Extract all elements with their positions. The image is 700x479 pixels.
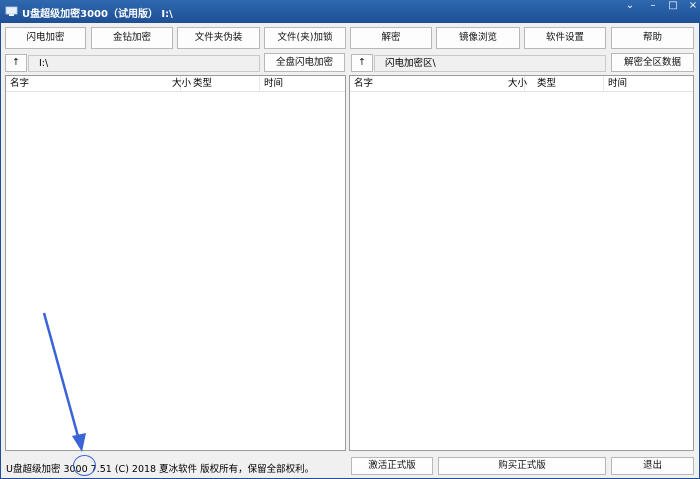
decrypt-all-data-button[interactable]: 解密全区数据 [611,53,694,72]
app-icon [5,6,18,16]
buy-button[interactable]: 购买正式版 [438,457,606,475]
column-name[interactable]: 名字 [350,76,525,92]
full-disk-flash-encrypt-button[interactable]: 全盘闪电加密 [264,53,345,72]
folder-disguise-button[interactable]: 文件夹伪装 [177,27,260,49]
window-title: U盘超级加密3000（试用版） I:\ [22,9,173,20]
settings-button[interactable]: 软件设置 [524,27,606,49]
left-list-header: 名字 大小 类型 时间 [6,76,345,92]
right-list-header: 名字 大小 类型 时间 [350,76,693,92]
left-up-button[interactable]: ↑ [5,54,27,72]
chevron-down-icon[interactable]: ⌄ [618,0,642,14]
column-size[interactable]: 大小 [172,76,191,92]
column-type[interactable]: 类型 [533,76,604,92]
arrow-up-icon: ↑ [12,57,20,68]
diamond-encrypt-button[interactable]: 金钻加密 [91,27,173,49]
arrow-up-icon: ↑ [358,57,366,68]
right-file-list[interactable]: 名字 大小 类型 时间 [349,75,694,451]
right-path-field[interactable]: 闪电加密区\ [374,55,606,72]
status-text: U盘超级加密 3000 7.51 (C) 2018 夏冰软件 版权所有，保留全部… [6,461,314,475]
mirror-browse-button[interactable]: 镜像浏览 [436,27,520,49]
column-type[interactable]: 类型 [189,76,260,92]
help-button[interactable]: 帮助 [611,27,694,49]
decrypt-button[interactable]: 解密 [350,27,432,49]
column-time[interactable]: 时间 [260,76,346,92]
column-name[interactable]: 名字 [6,76,181,92]
column-time[interactable]: 时间 [604,76,694,92]
title-bar: U盘超级加密3000（试用版） I:\ ⌄ – □ × [0,0,700,23]
flash-encrypt-button[interactable]: 闪电加密 [5,27,86,49]
version-highlight-circle [73,455,96,476]
activate-button[interactable]: 激活正式版 [351,457,433,475]
right-up-button[interactable]: ↑ [351,54,373,72]
status-suffix: (C) 2018 夏冰软件 版权所有，保留全部权利。 [111,464,315,475]
column-size[interactable]: 大小 [508,76,532,92]
left-file-list[interactable]: 名字 大小 类型 时间 [5,75,346,451]
file-lock-button[interactable]: 文件(夹)加锁 [264,27,346,49]
exit-button[interactable]: 退出 [611,457,694,475]
close-icon[interactable]: × [681,0,700,14]
left-path-field[interactable]: I:\ [28,55,260,72]
